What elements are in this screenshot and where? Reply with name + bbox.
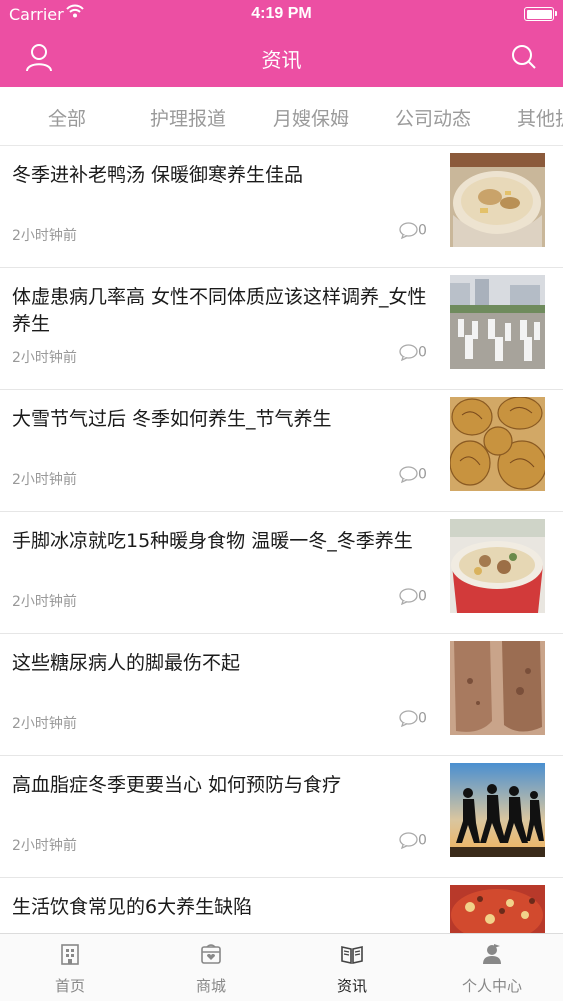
article-title: 手脚冰凉就吃15种暖身食物 温暖一冬_冬季养生 (12, 530, 413, 552)
header-bar: Carrier 4:19 PM 资讯 (0, 0, 563, 87)
article-item[interactable]: 大雪节气过后 冬季如何养生_节气养生 2小时钟前 0 (0, 390, 563, 512)
profile-icon (483, 944, 501, 964)
tab-others[interactable]: 其他护 (517, 104, 563, 131)
home-icon (61, 944, 79, 965)
shop-icon (201, 944, 221, 964)
article-item[interactable]: 体虚患病几率高 女性不同体质应该这样调养_女性养生 2小时钟前 0 (0, 268, 563, 390)
article-title: 这些糖尿病人的脚最伤不起 (12, 652, 241, 674)
article-title: 生活饮食常见的6大养生缺陷 (12, 896, 253, 918)
battery-icon (524, 7, 557, 21)
category-tabs: 全部 护理报道 月嫂保姆 公司动态 其他护 (0, 87, 563, 146)
comment-count-value: 0 (418, 710, 427, 727)
comment-count: 0 (399, 832, 427, 850)
article-time: 2小时钟前 (12, 228, 77, 244)
tab-company-news[interactable]: 公司动态 (395, 104, 471, 131)
tab-all[interactable]: 全部 (48, 104, 86, 131)
comment-icon (399, 832, 418, 850)
article-title: 高血脂症冬季更要当心 如何预防与食疗 (12, 774, 342, 796)
article-item[interactable]: 冬季进补老鸭汤 保暖御寒养生佳品 2小时钟前 0 (0, 146, 563, 268)
comment-count-value: 0 (418, 222, 427, 239)
article-time: 2小时钟前 (12, 350, 77, 366)
comment-count-value: 0 (418, 588, 427, 605)
comment-count-value: 0 (418, 466, 427, 483)
walnuts-thumbnail (450, 397, 545, 491)
comment-count: 0 (399, 588, 427, 606)
article-item[interactable]: 手脚冰凉就吃15种暖身食物 温暖一冬_冬季养生 2小时钟前 0 (0, 512, 563, 634)
article-list: 冬季进补老鸭汤 保暖御寒养生佳品 2小时钟前 0 体虚患病几率高 女性不同体质应… (0, 146, 563, 1000)
article-title: 体虚患病几率高 女性不同体质应该这样调养_女性养生 (12, 286, 427, 335)
article-item[interactable]: 高血脂症冬季更要当心 如何预防与食疗 2小时钟前 0 (0, 756, 563, 878)
comment-icon (399, 344, 418, 362)
tabbar-shop[interactable]: 商城 (141, 934, 281, 1001)
comment-icon (399, 222, 418, 240)
article-title: 大雪节气过后 冬季如何养生_节气养生 (12, 408, 332, 430)
comment-count-value: 0 (418, 832, 427, 849)
warm-soup-thumbnail (450, 519, 545, 613)
comment-icon (399, 710, 418, 728)
tabbar-home[interactable]: 首页 (0, 934, 140, 1001)
comment-count: 0 (399, 466, 427, 484)
comment-count: 0 (399, 710, 427, 728)
tabbar-profile[interactable]: 个人中心 (422, 934, 562, 1001)
runners-sunset-thumbnail (450, 763, 545, 857)
article-time: 2小时钟前 (12, 594, 77, 610)
status-bar: Carrier 4:19 PM (0, 0, 563, 30)
article-title: 冬季进补老鸭汤 保暖御寒养生佳品 (12, 164, 304, 186)
tabbar-home-label: 首页 (54, 977, 85, 995)
search-icon[interactable] (507, 40, 541, 74)
comment-icon (399, 588, 418, 606)
tabbar-profile-label: 个人中心 (461, 977, 522, 995)
duck-soup-thumbnail (450, 153, 545, 247)
tabbar-news-label: 资讯 (336, 977, 367, 995)
diabetic-feet-thumbnail (450, 641, 545, 735)
article-time: 2小时钟前 (12, 472, 77, 488)
news-book-icon (341, 946, 363, 964)
tab-maternity-nanny[interactable]: 月嫂保姆 (273, 104, 349, 131)
comment-icon (399, 466, 418, 484)
comment-count: 0 (399, 344, 427, 362)
taichi-crowd-thumbnail (450, 275, 545, 369)
comment-count-value: 0 (418, 344, 427, 361)
tab-nursing-reports[interactable]: 护理报道 (150, 104, 226, 131)
article-time: 2小时钟前 (12, 716, 77, 732)
bottom-tab-bar: 首页 商城 资讯 个人中心 (0, 933, 563, 1001)
tabbar-news[interactable]: 资讯 (282, 934, 422, 1001)
comment-count: 0 (399, 222, 427, 240)
article-item[interactable]: 这些糖尿病人的脚最伤不起 2小时钟前 0 (0, 634, 563, 756)
article-time: 2小时钟前 (12, 838, 77, 854)
page-title: 资讯 (261, 48, 302, 72)
tabbar-shop-label: 商城 (195, 977, 226, 995)
status-time: 4:19 PM (251, 5, 312, 22)
